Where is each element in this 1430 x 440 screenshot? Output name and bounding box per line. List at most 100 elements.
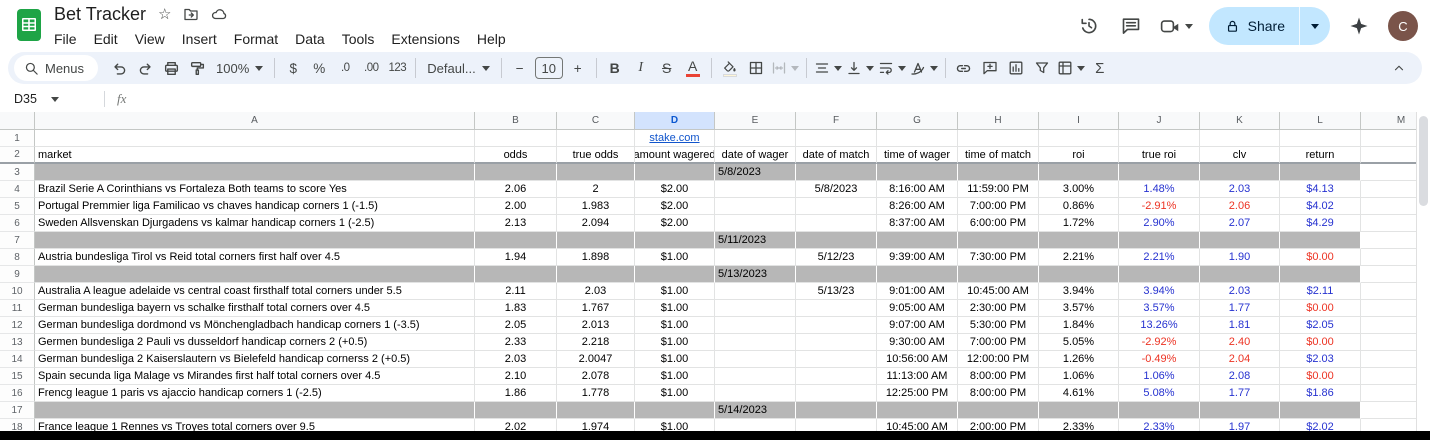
cell-I8[interactable]: 2.21% xyxy=(1039,249,1119,266)
menu-file[interactable]: File xyxy=(54,31,77,47)
column-header-F[interactable]: F xyxy=(796,112,877,130)
cell-L14[interactable]: $2.03 xyxy=(1280,351,1361,368)
cell-L3[interactable] xyxy=(1280,164,1361,181)
text-wrap-button[interactable] xyxy=(876,55,908,81)
column-header-E[interactable]: E xyxy=(715,112,796,130)
vertical-align-button[interactable] xyxy=(844,55,876,81)
strikethrough-button[interactable]: S xyxy=(654,55,680,81)
comments-icon[interactable] xyxy=(1118,13,1144,39)
cell-H14[interactable]: 12:00:00 PM xyxy=(958,351,1039,368)
cell-F3[interactable] xyxy=(796,164,877,181)
gemini-sparkle-icon[interactable] xyxy=(1346,13,1372,39)
cell-C1[interactable] xyxy=(557,130,635,147)
redo-button[interactable] xyxy=(132,55,158,81)
row-header-15[interactable]: 15 xyxy=(0,368,35,385)
cell-D14[interactable]: $1.00 xyxy=(635,351,715,368)
cell-J10[interactable]: 3.94% xyxy=(1119,283,1200,300)
vertical-scrollbar[interactable] xyxy=(1416,112,1430,431)
cell-J15[interactable]: 1.06% xyxy=(1119,368,1200,385)
cell-L15[interactable]: $0.00 xyxy=(1280,368,1361,385)
cell-A5[interactable]: Portugal Premmier liga Familicao vs chav… xyxy=(35,198,475,215)
undo-button[interactable] xyxy=(106,55,132,81)
cell-G1[interactable] xyxy=(877,130,958,147)
cell-E3[interactable]: 5/8/2023 xyxy=(715,164,796,181)
cell-C8[interactable]: 1.898 xyxy=(557,249,635,266)
cell-H5[interactable]: 7:00:00 PM xyxy=(958,198,1039,215)
cell-B2[interactable]: odds xyxy=(475,147,557,164)
cell-J9[interactable] xyxy=(1119,266,1200,283)
column-header-B[interactable]: B xyxy=(475,112,557,130)
cell-G2[interactable]: time of wager xyxy=(877,147,958,164)
cell-I15[interactable]: 1.06% xyxy=(1039,368,1119,385)
cell-H12[interactable]: 5:30:00 PM xyxy=(958,317,1039,334)
cell-B15[interactable]: 2.10 xyxy=(475,368,557,385)
cell-K4[interactable]: 2.03 xyxy=(1200,181,1280,198)
row-header-9[interactable]: 9 xyxy=(0,266,35,283)
cell-D2[interactable]: amount wagered xyxy=(635,147,715,164)
cell-E10[interactable] xyxy=(715,283,796,300)
menu-help[interactable]: Help xyxy=(477,31,506,47)
format-percent-button[interactable]: % xyxy=(306,55,332,81)
cell-I1[interactable] xyxy=(1039,130,1119,147)
cell-J1[interactable] xyxy=(1119,130,1200,147)
cell-H4[interactable]: 11:59:00 PM xyxy=(958,181,1039,198)
cell-C4[interactable]: 2 xyxy=(557,181,635,198)
create-filter-button[interactable] xyxy=(1029,55,1055,81)
format-currency-button[interactable]: $ xyxy=(280,55,306,81)
cell-L17[interactable] xyxy=(1280,402,1361,419)
scrollbar-thumb[interactable] xyxy=(1419,116,1428,206)
cell-I3[interactable] xyxy=(1039,164,1119,181)
menu-edit[interactable]: Edit xyxy=(94,31,118,47)
cell-J5[interactable]: -2.91% xyxy=(1119,198,1200,215)
cell-G17[interactable] xyxy=(877,402,958,419)
document-title[interactable]: Bet Tracker xyxy=(54,4,146,25)
cell-H11[interactable]: 2:30:00 PM xyxy=(958,300,1039,317)
italic-button[interactable]: I xyxy=(628,55,654,81)
cell-K1[interactable] xyxy=(1200,130,1280,147)
cell-D12[interactable]: $1.00 xyxy=(635,317,715,334)
share-button[interactable]: Share xyxy=(1208,7,1330,45)
cell-D7[interactable] xyxy=(635,232,715,249)
name-box[interactable]: D35 xyxy=(14,92,92,106)
cell-G14[interactable]: 10:56:00 AM xyxy=(877,351,958,368)
cell-I16[interactable]: 4.61% xyxy=(1039,385,1119,402)
cell-H13[interactable]: 7:00:00 PM xyxy=(958,334,1039,351)
cell-I12[interactable]: 1.84% xyxy=(1039,317,1119,334)
cell-G15[interactable]: 11:13:00 AM xyxy=(877,368,958,385)
cell-C9[interactable] xyxy=(557,266,635,283)
cell-A1[interactable] xyxy=(35,130,475,147)
column-header-G[interactable]: G xyxy=(877,112,958,130)
cell-H9[interactable] xyxy=(958,266,1039,283)
cell-B6[interactable]: 2.13 xyxy=(475,215,557,232)
cell-L6[interactable]: $4.29 xyxy=(1280,215,1361,232)
cell-F17[interactable] xyxy=(796,402,877,419)
cell-J16[interactable]: 5.08% xyxy=(1119,385,1200,402)
cell-F15[interactable] xyxy=(796,368,877,385)
row-header-16[interactable]: 16 xyxy=(0,385,35,402)
row-header-13[interactable]: 13 xyxy=(0,334,35,351)
cell-H3[interactable] xyxy=(958,164,1039,181)
account-avatar[interactable]: C xyxy=(1388,11,1418,41)
cell-B11[interactable]: 1.83 xyxy=(475,300,557,317)
cell-B8[interactable]: 1.94 xyxy=(475,249,557,266)
version-history-icon[interactable] xyxy=(1076,13,1102,39)
row-header-1[interactable]: 1 xyxy=(0,130,35,147)
cell-H10[interactable]: 10:45:00 AM xyxy=(958,283,1039,300)
cell-D13[interactable]: $1.00 xyxy=(635,334,715,351)
cell-B7[interactable] xyxy=(475,232,557,249)
cell-A11[interactable]: German bundesliga bayern vs schalke firs… xyxy=(35,300,475,317)
cell-H6[interactable]: 6:00:00 PM xyxy=(958,215,1039,232)
cell-L8[interactable]: $0.00 xyxy=(1280,249,1361,266)
cell-F4[interactable]: 5/8/2023 xyxy=(796,181,877,198)
cell-A15[interactable]: Spain secunda liga Malage vs Mirandes fi… xyxy=(35,368,475,385)
cell-L10[interactable]: $2.11 xyxy=(1280,283,1361,300)
menu-extensions[interactable]: Extensions xyxy=(391,31,459,47)
star-icon[interactable]: ☆ xyxy=(158,5,171,23)
cell-A10[interactable]: Australia A league adelaide vs central c… xyxy=(35,283,475,300)
text-color-button[interactable]: A xyxy=(680,55,706,81)
cell-K14[interactable]: 2.04 xyxy=(1200,351,1280,368)
cell-E14[interactable] xyxy=(715,351,796,368)
cell-H7[interactable] xyxy=(958,232,1039,249)
insert-link-button[interactable] xyxy=(951,55,977,81)
cell-I14[interactable]: 1.26% xyxy=(1039,351,1119,368)
